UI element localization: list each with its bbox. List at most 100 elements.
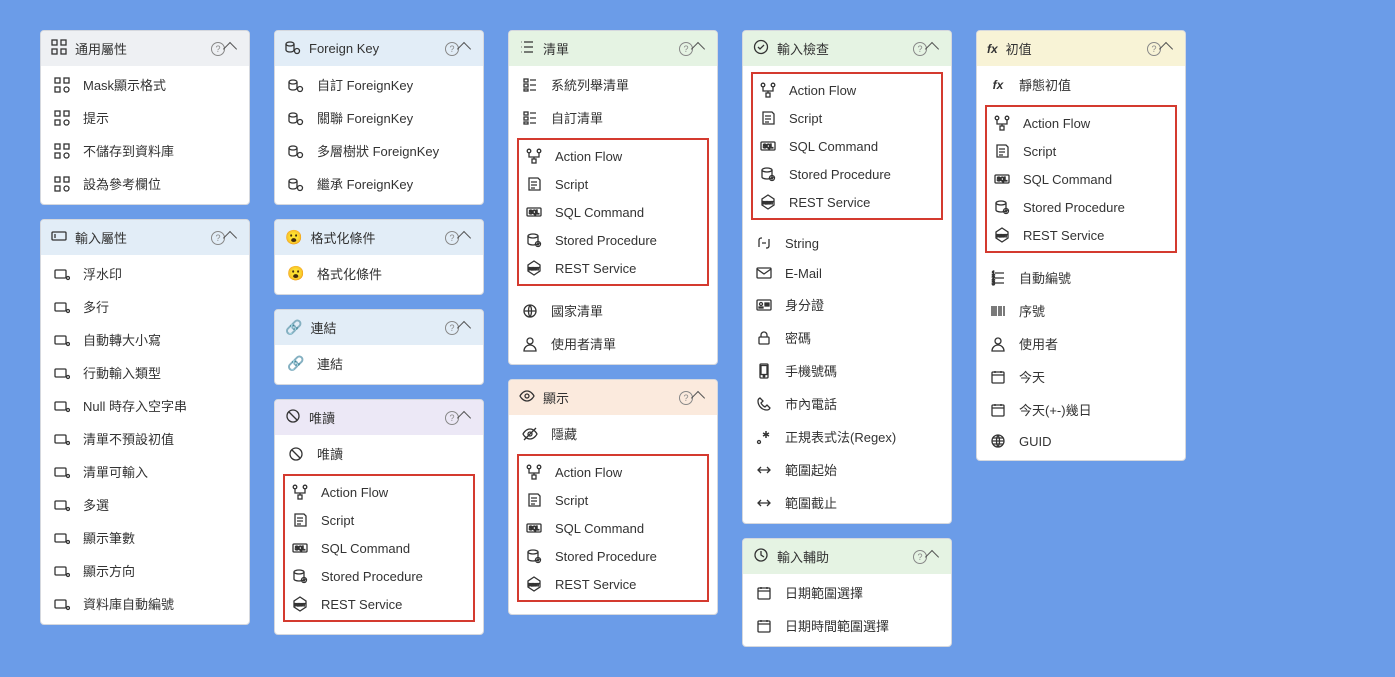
menu-item[interactable]: 多行 [41, 290, 249, 323]
menu-item[interactable]: RESTREST Service [285, 590, 473, 618]
menu-item-label: 市內電話 [785, 394, 837, 413]
menu-item[interactable]: 今天(+-)幾日 [977, 393, 1185, 426]
menu-item[interactable]: 使用者 [977, 327, 1185, 360]
panel-header[interactable]: 🔗連結? [275, 310, 483, 345]
chevron-up-icon [925, 549, 939, 563]
panel: 輸入屬性?浮水印多行自動轉大小寫行動輸入類型Null 時存入空字串清單不預設初值… [40, 219, 250, 625]
panel-header[interactable]: 清單? [509, 31, 717, 66]
menu-item[interactable]: SQLSQL Command [519, 514, 707, 542]
menu-item[interactable]: 資料庫自動編號 [41, 587, 249, 620]
menu-item[interactable]: 顯示方向 [41, 554, 249, 587]
menu-item[interactable]: Stored Procedure [519, 542, 707, 570]
panel-header[interactable]: 唯讀? [275, 400, 483, 435]
panel: 輸入輔助?日期範圍選擇日期時間範圍選擇 [742, 538, 952, 647]
menu-item[interactable]: String [743, 228, 951, 258]
svg-text:3: 3 [992, 281, 995, 286]
menu-item-label: 日期時間範圍選擇 [785, 616, 889, 635]
emoji-icon: 😮 [285, 229, 302, 246]
menu-item[interactable]: 系統列舉清單 [509, 68, 717, 101]
menu-item[interactable]: RESTREST Service [519, 570, 707, 598]
menu-item[interactable]: 今天 [977, 360, 1185, 393]
menu-item[interactable]: E-Mail [743, 258, 951, 288]
fx-icon: fx [987, 41, 998, 56]
menu-item[interactable]: 多選 [41, 488, 249, 521]
calendar-icon [989, 402, 1007, 418]
menu-item[interactable]: Stored Procedure [285, 562, 473, 590]
menu-item[interactable]: SQLSQL Command [753, 132, 941, 160]
menu-item[interactable]: Stored Procedure [987, 193, 1175, 221]
menu-item[interactable]: 範圍截止 [743, 486, 951, 519]
panel-title: Foreign Key [309, 41, 439, 56]
menu-item[interactable]: 範圍起始 [743, 453, 951, 486]
panel-header[interactable]: Foreign Key? [275, 31, 483, 66]
menu-item[interactable]: Mask顯示格式 [41, 68, 249, 101]
menu-item[interactable]: 清單不預設初值 [41, 422, 249, 455]
menu-item[interactable]: 不儲存到資料庫 [41, 134, 249, 167]
menu-item[interactable]: Null 時存入空字串 [41, 389, 249, 422]
panel-header[interactable]: 輸入輔助? [743, 539, 951, 574]
menu-item[interactable]: 行動輸入類型 [41, 356, 249, 389]
panel-header[interactable]: 顯示? [509, 380, 717, 415]
panel-header[interactable]: 輸入屬性? [41, 220, 249, 255]
panel-header[interactable]: 通用屬性? [41, 31, 249, 66]
menu-item[interactable]: 提示 [41, 101, 249, 134]
menu-item[interactable]: Action Flow [753, 76, 941, 104]
svg-text:REST: REST [997, 233, 1008, 238]
menu-item-label: SQL Command [555, 205, 644, 220]
menu-item[interactable]: Script [285, 506, 473, 534]
menu-item[interactable]: 市內電話 [743, 387, 951, 420]
menu-item-label: 今天(+-)幾日 [1019, 400, 1092, 419]
menu-item[interactable]: SQLSQL Command [285, 534, 473, 562]
panel-header[interactable]: 輸入檢查? [743, 31, 951, 66]
menu-item[interactable]: 手機號碼 [743, 354, 951, 387]
menu-item[interactable]: 清單可輸入 [41, 455, 249, 488]
menu-item[interactable]: Stored Procedure [753, 160, 941, 188]
menu-item[interactable]: 正規表式法(Regex) [743, 420, 951, 453]
menu-item[interactable]: 顯示筆數 [41, 521, 249, 554]
menu-item[interactable]: Action Flow [519, 142, 707, 170]
menu-item[interactable]: 多層樹狀 ForeignKey [275, 134, 483, 167]
panel-header[interactable]: 😮格式化條件? [275, 220, 483, 255]
menu-item[interactable]: 隱藏 [509, 417, 717, 450]
menu-item[interactable]: 自訂 ForeignKey [275, 68, 483, 101]
menu-item[interactable]: 繼承 ForeignKey [275, 167, 483, 200]
panel-header[interactable]: fx初值? [977, 31, 1185, 66]
menu-item[interactable]: 密碼 [743, 321, 951, 354]
menu-item[interactable]: RESTREST Service [987, 221, 1175, 249]
menu-item[interactable]: Action Flow [285, 478, 473, 506]
menu-item[interactable]: 😮格式化條件 [275, 257, 483, 290]
flow-icon [759, 82, 777, 98]
menu-item[interactable]: 日期範圍選擇 [743, 576, 951, 609]
menu-item[interactable]: RESTREST Service [519, 254, 707, 282]
menu-item[interactable]: Script [519, 486, 707, 514]
menu-item[interactable]: 使用者清單 [509, 327, 717, 360]
menu-item[interactable]: 關聯 ForeignKey [275, 101, 483, 134]
menu-item[interactable]: 123自動編號 [977, 261, 1185, 294]
menu-item[interactable]: Action Flow [987, 109, 1175, 137]
menu-item[interactable]: Script [753, 104, 941, 132]
menu-item[interactable]: RESTREST Service [753, 188, 941, 216]
menu-item[interactable]: 自動轉大小寫 [41, 323, 249, 356]
menu-item[interactable]: GUID [977, 426, 1185, 456]
menu-item[interactable]: 唯讀 [275, 437, 483, 470]
menu-item-label: 使用者清單 [551, 334, 616, 353]
menu-item[interactable]: SQLSQL Command [519, 198, 707, 226]
menu-item[interactable]: 日期時間範圍選擇 [743, 609, 951, 642]
menu-item[interactable]: 序號 [977, 294, 1185, 327]
menu-item[interactable]: Script [987, 137, 1175, 165]
menu-item[interactable]: Script [519, 170, 707, 198]
menu-item[interactable]: 身分證 [743, 288, 951, 321]
menu-item[interactable]: SQLSQL Command [987, 165, 1175, 193]
menu-item[interactable]: 🔗連結 [275, 347, 483, 380]
menu-item[interactable]: fx靜態初值 [977, 68, 1185, 101]
menu-item[interactable]: 設為參考欄位 [41, 167, 249, 200]
menu-item-label: 唯讀 [317, 444, 343, 463]
menu-item[interactable]: Action Flow [519, 458, 707, 486]
menu-item-label: 自動轉大小寫 [83, 330, 161, 349]
menu-item[interactable]: Stored Procedure [519, 226, 707, 254]
menu-item-label: Script [555, 493, 588, 508]
menu-item[interactable]: 國家清單 [509, 294, 717, 327]
input-icon [51, 228, 67, 247]
menu-item[interactable]: 自訂清單 [509, 101, 717, 134]
menu-item[interactable]: 浮水印 [41, 257, 249, 290]
